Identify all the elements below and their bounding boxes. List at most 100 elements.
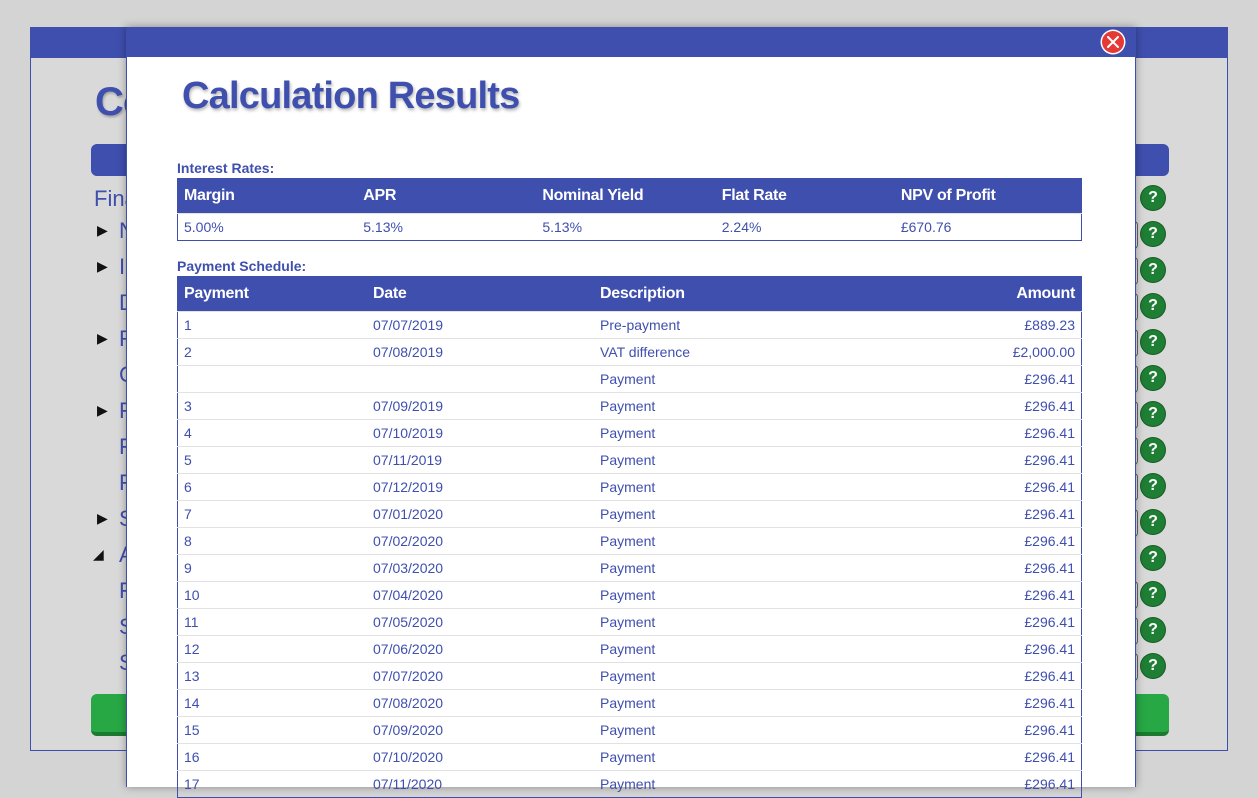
help-icon[interactable]: ? — [1141, 330, 1165, 354]
amount-cell: £296.41 — [906, 554, 1082, 582]
description-cell: Payment — [594, 365, 906, 393]
expand-arrow-icon[interactable]: ▶ — [97, 258, 108, 275]
payment-schedule-column-header: Date — [367, 276, 594, 312]
payment-number-cell — [177, 365, 367, 393]
payment-number-cell: 16 — [177, 743, 367, 771]
table-row: 12 07/06/2020 Payment £296.41 — [177, 635, 1082, 663]
date-cell: 07/03/2020 — [367, 554, 594, 582]
payment-number-cell: 8 — [177, 527, 367, 555]
interest-rates-value: 5.00% — [177, 213, 358, 241]
date-cell: 07/02/2020 — [367, 527, 594, 555]
help-icon[interactable]: ? — [1141, 366, 1165, 390]
expand-arrow-icon[interactable]: ▶ — [97, 510, 108, 527]
table-row: 11 07/05/2020 Payment £296.41 — [177, 608, 1082, 636]
payment-number-cell: 5 — [177, 446, 367, 474]
interest-rates-value: 5.13% — [357, 213, 537, 241]
amount-cell: £296.41 — [906, 500, 1082, 528]
date-cell — [367, 365, 594, 393]
amount-cell: £296.41 — [906, 662, 1082, 690]
payment-number-cell: 17 — [177, 770, 367, 798]
help-icon[interactable]: ? — [1141, 186, 1165, 210]
payment-number-cell: 10 — [177, 581, 367, 609]
amount-cell: £296.41 — [906, 635, 1082, 663]
amount-cell: £296.41 — [906, 473, 1082, 501]
description-cell: VAT difference — [594, 338, 906, 366]
description-cell: Payment — [594, 419, 906, 447]
date-cell: 07/10/2019 — [367, 419, 594, 447]
table-row: 14 07/08/2020 Payment £296.41 — [177, 689, 1082, 717]
description-cell: Payment — [594, 608, 906, 636]
table-row: 15 07/09/2020 Payment £296.41 — [177, 716, 1082, 744]
table-row: 13 07/07/2020 Payment £296.41 — [177, 662, 1082, 690]
payment-number-cell: 1 — [177, 311, 367, 339]
date-cell: 07/01/2020 — [367, 500, 594, 528]
table-row: 6 07/12/2019 Payment £296.41 — [177, 473, 1082, 501]
help-icon[interactable]: ? — [1141, 618, 1165, 642]
date-cell: 07/09/2019 — [367, 392, 594, 420]
description-cell: Payment — [594, 527, 906, 555]
expand-arrow-icon[interactable]: ▶ — [97, 402, 108, 419]
date-cell: 07/07/2020 — [367, 662, 594, 690]
expand-arrow-icon[interactable]: ▶ — [97, 222, 108, 239]
help-icon[interactable]: ? — [1141, 474, 1165, 498]
table-row: 9 07/03/2020 Payment £296.41 — [177, 554, 1082, 582]
interest-rates-value: 2.24% — [715, 213, 895, 241]
payment-schedule-column-header: Amount — [906, 276, 1082, 312]
close-button[interactable] — [1102, 31, 1124, 53]
table-row: 3 07/09/2019 Payment £296.41 — [177, 392, 1082, 420]
help-icon[interactable]: ? — [1141, 438, 1165, 462]
help-icon[interactable]: ? — [1141, 654, 1165, 678]
help-icon[interactable]: ? — [1141, 582, 1165, 606]
help-icon[interactable]: ? — [1141, 546, 1165, 570]
help-icon[interactable]: ? — [1141, 258, 1165, 282]
interest-rates-value: £670.76 — [894, 213, 1082, 241]
close-icon — [1107, 36, 1119, 48]
collapse-arrow-icon[interactable]: ◢ — [93, 546, 104, 563]
amount-cell: £296.41 — [906, 770, 1082, 798]
interest-rates-column-header: Margin — [177, 178, 358, 214]
amount-cell: £2,000.00 — [906, 338, 1082, 366]
table-row: 8 07/02/2020 Payment £296.41 — [177, 527, 1082, 555]
amount-cell: £296.41 — [906, 743, 1082, 771]
amount-cell: £296.41 — [906, 689, 1082, 717]
description-cell: Payment — [594, 770, 906, 798]
payment-schedule-table: Payment Date Description Amount 1 07/07/2019… — [177, 276, 1082, 798]
payment-number-cell: 9 — [177, 554, 367, 582]
description-cell: Pre-payment — [594, 311, 906, 339]
date-cell: 07/11/2019 — [367, 446, 594, 474]
payment-number-cell: 12 — [177, 635, 367, 663]
date-cell: 07/11/2020 — [367, 770, 594, 798]
table-row: 17 07/11/2020 Payment £296.41 — [177, 770, 1082, 798]
date-cell: 07/07/2019 — [367, 311, 594, 339]
interest-rates-column-header: NPV of Profit — [894, 178, 1082, 214]
interest-rates-table: Margin APR Nominal Yield Flat Rate NPV of Pr… — [177, 178, 1082, 241]
modal-title: Calculation Results — [182, 75, 520, 117]
amount-cell: £296.41 — [906, 392, 1082, 420]
payment-schedule-column-header: Payment — [177, 276, 367, 312]
interest-rates-value-row: 5.00% 5.13% 5.13% 2.24% £670.76 — [177, 213, 1082, 241]
description-cell: Payment — [594, 743, 906, 771]
payment-schedule-header-row: Payment Date Description Amount — [177, 276, 1082, 312]
date-cell: 07/04/2020 — [367, 581, 594, 609]
amount-cell: £296.41 — [906, 365, 1082, 393]
help-icon[interactable]: ? — [1141, 402, 1165, 426]
help-icon[interactable]: ? — [1141, 222, 1165, 246]
date-cell: 07/09/2020 — [367, 716, 594, 744]
date-cell: 07/06/2020 — [367, 635, 594, 663]
interest-rates-column-header: Nominal Yield — [536, 178, 716, 214]
date-cell: 07/08/2019 — [367, 338, 594, 366]
amount-cell: £296.41 — [906, 608, 1082, 636]
background-row-label: I — [119, 254, 126, 279]
help-icon[interactable]: ? — [1141, 510, 1165, 534]
payment-number-cell: 3 — [177, 392, 367, 420]
help-icon[interactable]: ? — [1141, 294, 1165, 318]
description-cell: Payment — [594, 716, 906, 744]
payment-number-cell: 13 — [177, 662, 367, 690]
table-row: 1 07/07/2019 Pre-payment £889.23 — [177, 311, 1082, 339]
description-cell: Payment — [594, 500, 906, 528]
payment-schedule-column-header: Description — [594, 276, 906, 312]
description-cell: Payment — [594, 662, 906, 690]
amount-cell: £296.41 — [906, 419, 1082, 447]
payment-schedule-label: Payment Schedule: — [177, 258, 307, 274]
expand-arrow-icon[interactable]: ▶ — [97, 330, 108, 347]
